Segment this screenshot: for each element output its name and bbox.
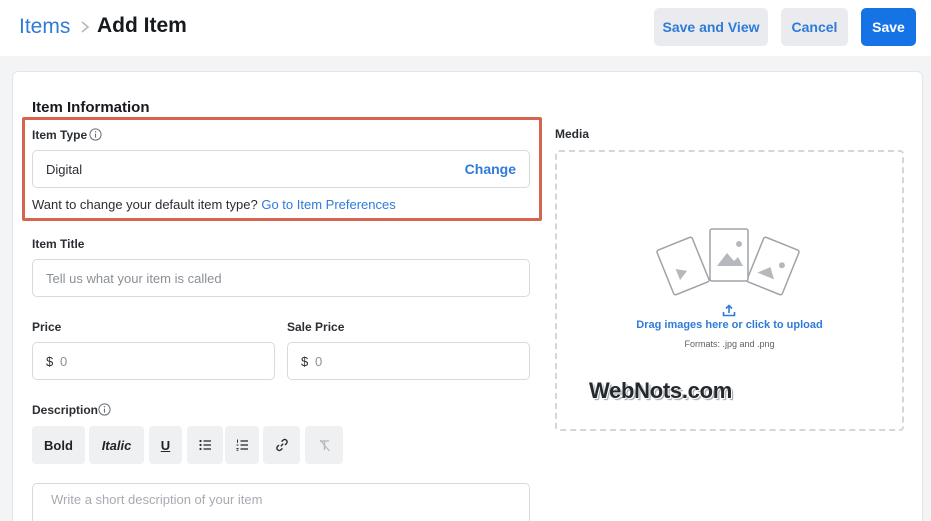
bullet-list-icon bbox=[198, 439, 211, 451]
item-type-highlight-box bbox=[22, 117, 542, 221]
bullet-list-button[interactable] bbox=[187, 426, 223, 464]
media-label: Media bbox=[555, 127, 590, 141]
upload-instructions[interactable]: Drag images here or click to upload bbox=[555, 319, 904, 331]
numbered-list-icon bbox=[236, 439, 248, 451]
info-icon[interactable] bbox=[98, 403, 111, 416]
images-illustration-icon bbox=[656, 228, 800, 296]
upload-icon bbox=[722, 304, 736, 317]
price-value: 0 bbox=[60, 354, 68, 369]
sale-price-currency: $ bbox=[301, 354, 309, 369]
breadcrumb-items-link[interactable]: Items bbox=[19, 15, 70, 39]
link-icon bbox=[275, 438, 288, 452]
underline-button[interactable]: U bbox=[149, 426, 182, 464]
top-bar: Items Add Item Save and View Cancel Save bbox=[0, 0, 931, 56]
page-title: Add Item bbox=[97, 14, 187, 37]
insert-link-button[interactable] bbox=[263, 426, 300, 464]
item-title-placeholder: Tell us what your item is called bbox=[46, 271, 222, 286]
save-button[interactable]: Save bbox=[861, 8, 916, 46]
description-label: Description bbox=[32, 403, 99, 417]
cancel-button[interactable]: Cancel bbox=[781, 8, 848, 46]
description-placeholder: Write a short description of your item bbox=[51, 492, 263, 507]
description-input[interactable]: Write a short description of your item bbox=[32, 483, 530, 521]
upload-formats-text: Formats: .jpg and .png bbox=[684, 339, 775, 349]
sale-price-label: Sale Price bbox=[287, 320, 345, 334]
price-currency: $ bbox=[46, 354, 54, 369]
price-input[interactable]: $ 0 bbox=[32, 342, 275, 380]
item-title-label: Item Title bbox=[32, 237, 85, 251]
sale-price-input[interactable]: $ 0 bbox=[287, 342, 530, 380]
section-title: Item Information bbox=[32, 99, 150, 116]
item-title-input[interactable]: Tell us what your item is called bbox=[32, 259, 530, 297]
clear-formatting-button[interactable] bbox=[305, 426, 343, 464]
numbered-list-button[interactable] bbox=[225, 426, 259, 464]
watermark-text: WebNots.com bbox=[589, 378, 732, 403]
clear-format-icon bbox=[319, 439, 330, 451]
sale-price-value: 0 bbox=[315, 354, 323, 369]
bold-button[interactable]: Bold bbox=[32, 426, 85, 464]
chevron-right-icon bbox=[81, 21, 90, 33]
save-and-view-button[interactable]: Save and View bbox=[654, 8, 768, 46]
italic-button[interactable]: Italic bbox=[89, 426, 144, 464]
price-label: Price bbox=[32, 320, 62, 334]
